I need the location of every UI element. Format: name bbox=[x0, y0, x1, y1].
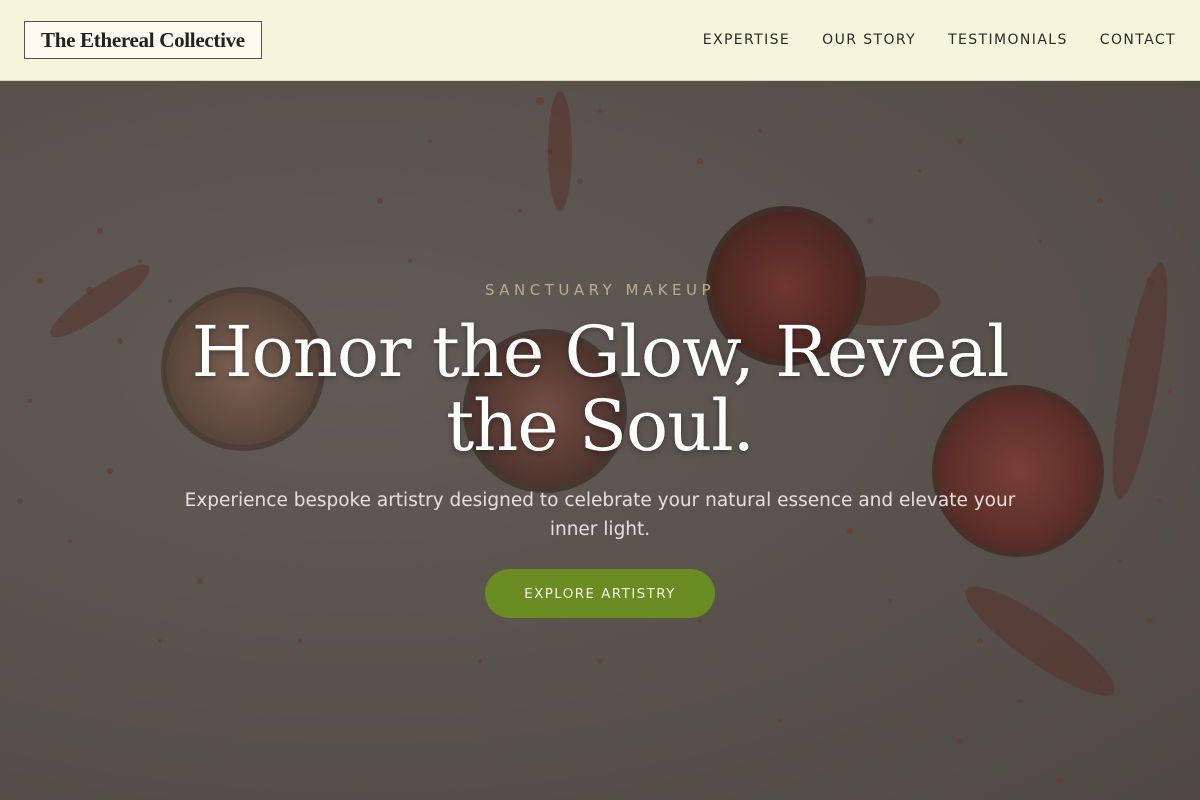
hero-section: SANCTUARY MAKEUP Honor the Glow, Reveal … bbox=[0, 81, 1200, 800]
nav-link-testimonials[interactable]: TESTIMONIALS bbox=[948, 32, 1068, 48]
hero-headline-line-1: Honor the Glow, Reveal bbox=[191, 311, 1010, 393]
hero-content: SANCTUARY MAKEUP Honor the Glow, Reveal … bbox=[0, 81, 1200, 800]
site-header: The Ethereal Collective EXPERTISE OUR ST… bbox=[0, 0, 1200, 81]
hero-subtext: Experience bespoke artistry designed to … bbox=[184, 490, 1016, 540]
hero-headline-line-2: the Soul. bbox=[446, 385, 755, 467]
site-logo[interactable]: The Ethereal Collective bbox=[24, 21, 262, 59]
hero-headline: Honor the Glow, Reveal the Soul. bbox=[150, 315, 1050, 463]
nav-link-expertise[interactable]: EXPERTISE bbox=[703, 32, 790, 48]
nav-link-contact[interactable]: CONTACT bbox=[1100, 32, 1176, 48]
main-nav: EXPERTISE OUR STORY TESTIMONIALS CONTACT bbox=[703, 32, 1176, 48]
explore-artistry-button[interactable]: EXPLORE ARTISTRY bbox=[485, 569, 715, 618]
hero-eyebrow: SANCTUARY MAKEUP bbox=[484, 281, 716, 299]
nav-link-our-story[interactable]: OUR STORY bbox=[822, 32, 916, 48]
